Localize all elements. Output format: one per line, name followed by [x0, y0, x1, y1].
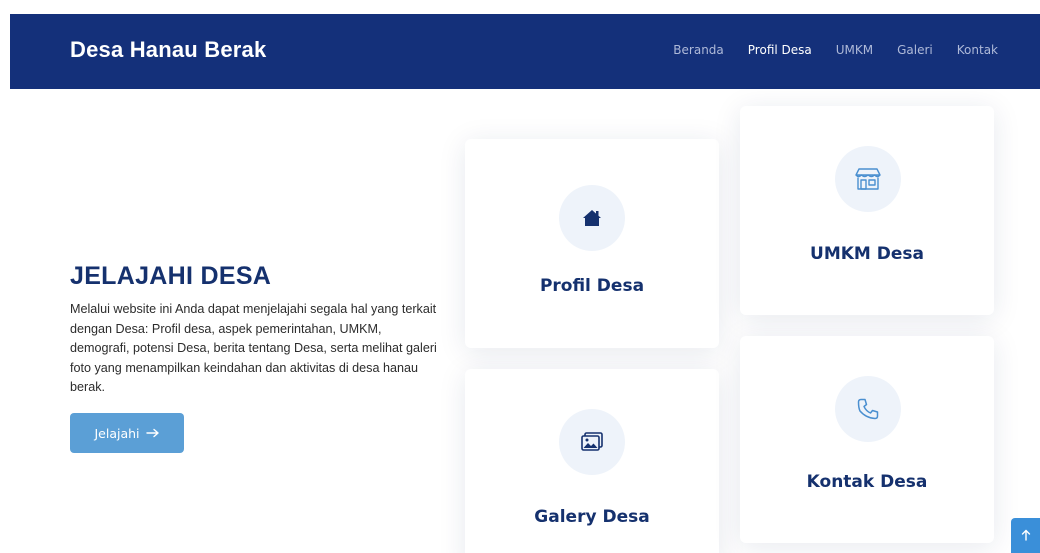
- card-profil-desa-label: Profil Desa: [539, 276, 645, 296]
- card-umkm-desa[interactable]: UMKM Desa: [740, 106, 994, 315]
- hero-description: Melalui website ini Anda dapat menjelaja…: [70, 302, 437, 394]
- arrow-up-icon: [1021, 526, 1031, 545]
- card-profil-desa[interactable]: Profil Desa: [465, 139, 719, 348]
- jelajahi-button-label: Jelajahi: [94, 425, 140, 441]
- arrow-right-icon: [145, 426, 160, 441]
- nav-item-profil-desa[interactable]: Profil Desa: [748, 43, 812, 57]
- jelajahi-button[interactable]: Jelajahi: [70, 413, 184, 453]
- nav-item-umkm[interactable]: UMKM: [836, 43, 873, 57]
- house-icon: [559, 185, 625, 251]
- card-umkm-desa-label: UMKM Desa: [810, 244, 924, 264]
- nav-item-beranda[interactable]: Beranda: [673, 43, 723, 57]
- card-galery-desa[interactable]: Galery Desa: [465, 369, 719, 553]
- phone-icon: [835, 376, 901, 442]
- shop-icon: [835, 146, 901, 212]
- nav-item-kontak[interactable]: Kontak: [957, 43, 998, 57]
- site-brand[interactable]: Desa Hanau Berak: [70, 37, 266, 63]
- navbar: Desa Hanau Berak Beranda Profil Desa UMK…: [10, 14, 1040, 89]
- images-icon: [559, 409, 625, 475]
- card-kontak-desa-label: Kontak Desa: [806, 472, 928, 492]
- scroll-to-top-button[interactable]: [1011, 518, 1040, 553]
- nav-item-galeri[interactable]: Galeri: [897, 43, 933, 57]
- card-galery-desa-label: Galery Desa: [534, 507, 650, 527]
- main-nav: Beranda Profil Desa UMKM Galeri Kontak: [673, 43, 998, 57]
- card-kontak-desa[interactable]: Kontak Desa: [740, 336, 994, 543]
- hero-title: JELAJAHI DESA: [70, 262, 272, 290]
- top-margin: [0, 0, 1040, 14]
